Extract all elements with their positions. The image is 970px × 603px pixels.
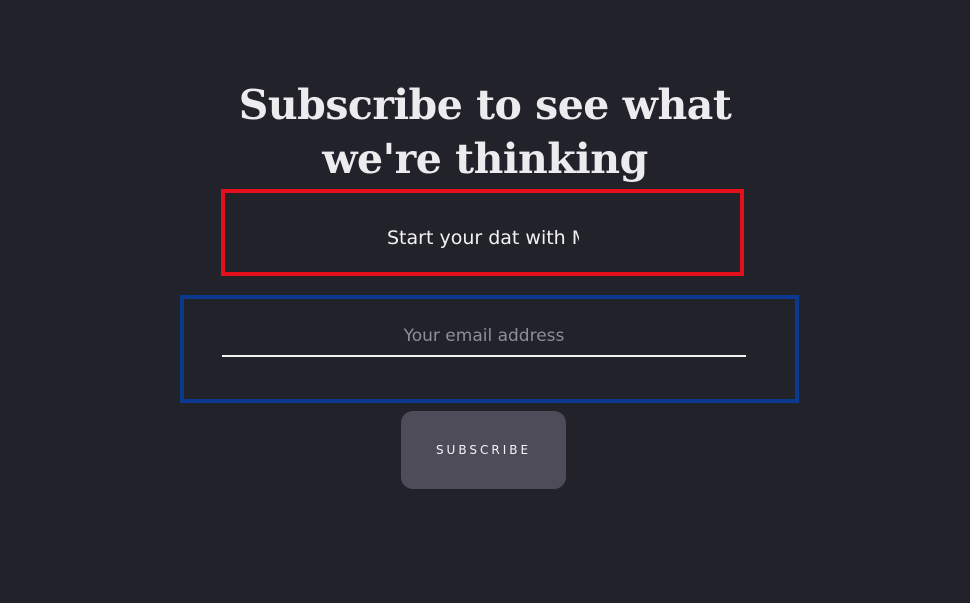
page-title-line-1: Subscribe to see what (238, 81, 732, 129)
subscribe-button[interactable]: SUBSCRIBE (401, 411, 566, 489)
tagline-text: Start your dat with M (387, 227, 579, 249)
page-title: Subscribe to see what we're thinking (185, 78, 785, 186)
page-title-line-2: we're thinking (322, 135, 648, 183)
email-input[interactable] (222, 317, 746, 357)
